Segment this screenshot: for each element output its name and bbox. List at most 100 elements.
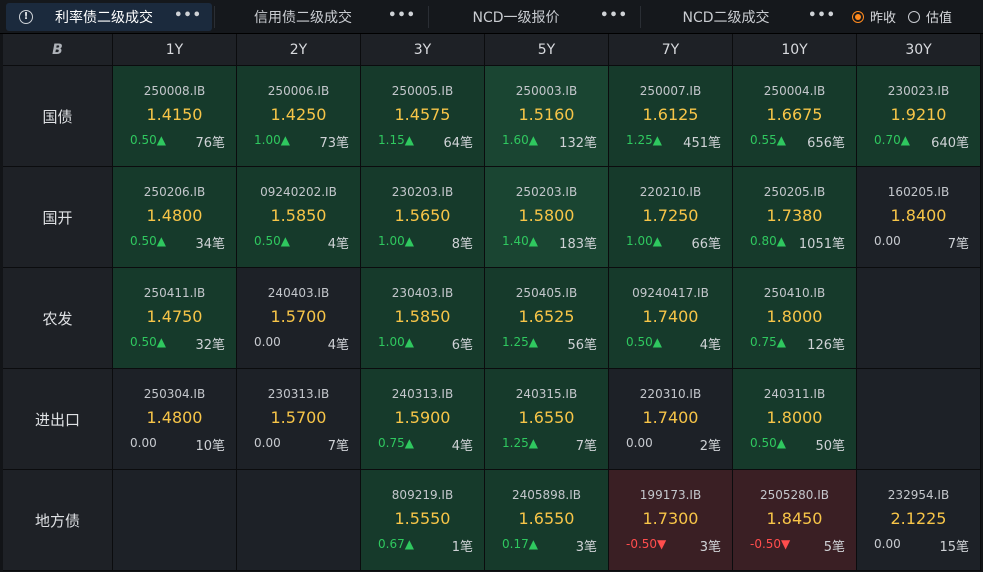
yield-value: 2.1225	[890, 509, 947, 528]
tab-ncd-secondary[interactable]: NCD二级成交 •••	[642, 3, 846, 31]
yield-value: 1.5700	[270, 408, 327, 427]
radio-prev-close[interactable]: 昨收	[852, 7, 896, 26]
bond-code: 250304.IB	[143, 387, 206, 401]
quote-cell[interactable]: 250005.IB 1.4575 1.15▲ 64笔	[361, 66, 485, 167]
bond-code: 250206.IB	[143, 185, 206, 199]
quote-cell[interactable]: 240313.IB 1.5900 0.75▲ 4笔	[361, 369, 485, 470]
change-bp: 0.50▲	[130, 335, 166, 349]
quote-cell[interactable]: 230023.IB 1.9210 0.70▲ 640笔	[857, 66, 981, 167]
quote-cell[interactable]: 232954.IB 2.1225 0.00 15笔	[857, 470, 981, 571]
column-header-tenor[interactable]: 2Y	[237, 34, 361, 66]
change-bp: 1.25▲	[502, 436, 538, 450]
more-icon[interactable]: •••	[808, 8, 836, 23]
quote-cell[interactable]: 250410.IB 1.8000 0.75▲ 126笔	[733, 268, 857, 369]
tab-ncd-primary-quote[interactable]: NCD一级报价 •••	[430, 3, 638, 31]
change-bp: 0.75▲	[378, 436, 414, 450]
quote-cell[interactable]: 809219.IB 1.5550 0.67▲ 1笔	[361, 470, 485, 571]
more-icon[interactable]: •••	[600, 8, 628, 23]
quote-cell[interactable]: 230203.IB 1.5650 1.00▲ 8笔	[361, 167, 485, 268]
quote-cell[interactable]: 2405898.IB 1.6550 0.17▲ 3笔	[485, 470, 609, 571]
quote-cell[interactable]: 250004.IB 1.6675 0.55▲ 656笔	[733, 66, 857, 167]
radio-valuation[interactable]: 估值	[908, 7, 952, 26]
quote-cell[interactable]: 199173.IB 1.7300 -0.50▼ 3笔	[609, 470, 733, 571]
trade-count: 15笔	[939, 540, 969, 555]
more-icon[interactable]: •••	[388, 8, 416, 23]
quote-cell[interactable]: 240311.IB 1.8000 0.50▲ 50笔	[733, 369, 857, 470]
column-header-tenor[interactable]: 30Y	[857, 34, 981, 66]
change-bp: 1.25▲	[502, 335, 538, 349]
quote-cell[interactable]: 250006.IB 1.4250 1.00▲ 73笔	[237, 66, 361, 167]
bond-code: 250411.IB	[143, 286, 206, 300]
quote-cell[interactable]: 250206.IB 1.4800 0.50▲ 34笔	[113, 167, 237, 268]
trade-count: 7笔	[575, 439, 597, 454]
column-header-tenor[interactable]: 10Y	[733, 34, 857, 66]
quote-cell[interactable]: 240403.IB 1.5700 0.00 4笔	[237, 268, 361, 369]
bond-code: 250405.IB	[515, 286, 578, 300]
quote-cell[interactable]: 220210.IB 1.7250 1.00▲ 66笔	[609, 167, 733, 268]
quote-cell[interactable]: 160205.IB 1.8400 0.00 7笔	[857, 167, 981, 268]
trade-count: 34笔	[195, 237, 225, 252]
yield-value: 1.6125	[642, 105, 699, 124]
quote-cell[interactable]: 250304.IB 1.4800 0.00 10笔	[113, 369, 237, 470]
trade-count: 8笔	[451, 237, 473, 252]
yield-value: 1.4800	[146, 206, 203, 225]
bond-code: 250007.IB	[639, 84, 702, 98]
quote-cell[interactable]: 250411.IB 1.4750 0.50▲ 32笔	[113, 268, 237, 369]
trade-count: 2笔	[699, 439, 721, 454]
row-header-bond-type[interactable]: 农发	[3, 268, 113, 369]
radio-label: 估值	[926, 11, 953, 26]
trade-count: 656笔	[807, 136, 845, 151]
quote-cell[interactable]: 250003.IB 1.5160 1.60▲ 132笔	[485, 66, 609, 167]
yield-value: 1.5650	[394, 206, 451, 225]
tab-rate-bond-secondary[interactable]: ! 利率债二级成交 •••	[6, 3, 212, 31]
more-icon[interactable]: •••	[174, 8, 202, 23]
quote-cell[interactable]: 250007.IB 1.6125 1.25▲ 451笔	[609, 66, 733, 167]
change-bp: 0.50▲	[750, 436, 786, 450]
change-bp: 1.40▲	[502, 234, 538, 248]
quote-cell[interactable]: 230403.IB 1.5850 1.00▲ 6笔	[361, 268, 485, 369]
yield-value: 1.4250	[270, 105, 327, 124]
quote-cell[interactable]: 250203.IB 1.5800 1.40▲ 183笔	[485, 167, 609, 268]
change-bp: 0.00	[254, 335, 281, 349]
change-bp: 0.00	[874, 234, 901, 248]
tab-credit-bond-secondary[interactable]: 信用债二级成交 •••	[216, 3, 426, 31]
row-header-bond-type[interactable]: 国债	[3, 66, 113, 167]
change-bp: 0.70▲	[874, 133, 910, 147]
bond-code: 230403.IB	[391, 286, 454, 300]
trade-count: 4笔	[699, 338, 721, 353]
change-bp: -0.50▼	[626, 537, 667, 551]
yield-value: 1.5160	[518, 105, 575, 124]
row-header-bond-type[interactable]: 国开	[3, 167, 113, 268]
yield-value: 1.4150	[146, 105, 203, 124]
row-header-bond-type[interactable]: 地方债	[3, 470, 113, 571]
column-header-tenor[interactable]: 3Y	[361, 34, 485, 66]
radio-label: 昨收	[870, 11, 897, 26]
bond-code: 250008.IB	[143, 84, 206, 98]
yield-value: 1.8400	[890, 206, 947, 225]
column-header-tenor[interactable]: 7Y	[609, 34, 733, 66]
quote-cell[interactable]: 250205.IB 1.7380 0.80▲ 1051笔	[733, 167, 857, 268]
yield-value: 1.8450	[766, 509, 823, 528]
info-icon[interactable]: !	[19, 10, 33, 24]
bond-code: 09240417.IB	[632, 286, 709, 300]
quote-cell[interactable]: 230313.IB 1.5700 0.00 7笔	[237, 369, 361, 470]
column-header-tenor[interactable]: 1Y	[113, 34, 237, 66]
bond-code: 230313.IB	[267, 387, 330, 401]
column-header-tenor[interactable]: 5Y	[485, 34, 609, 66]
quote-cell[interactable]: 220310.IB 1.7400 0.00 2笔	[609, 369, 733, 470]
change-bp: 0.00	[626, 436, 653, 450]
change-bp: 0.50▲	[626, 335, 662, 349]
quote-cell[interactable]: 250008.IB 1.4150 0.50▲ 76笔	[113, 66, 237, 167]
yield-value: 1.6550	[518, 408, 575, 427]
trade-count: 10笔	[195, 439, 225, 454]
trade-count: 1笔	[451, 540, 473, 555]
quote-cell[interactable]: 2505280.IB 1.8450 -0.50▼ 5笔	[733, 470, 857, 571]
trade-count: 3笔	[575, 540, 597, 555]
quote-cell[interactable]: 09240417.IB 1.7400 0.50▲ 4笔	[609, 268, 733, 369]
yield-value: 1.7250	[642, 206, 699, 225]
quote-cell[interactable]: 09240202.IB 1.5850 0.50▲ 4笔	[237, 167, 361, 268]
row-header-bond-type[interactable]: 进出口	[3, 369, 113, 470]
quote-cell[interactable]: 240315.IB 1.6550 1.25▲ 7笔	[485, 369, 609, 470]
yield-value: 1.7380	[766, 206, 823, 225]
quote-cell[interactable]: 250405.IB 1.6525 1.25▲ 56笔	[485, 268, 609, 369]
